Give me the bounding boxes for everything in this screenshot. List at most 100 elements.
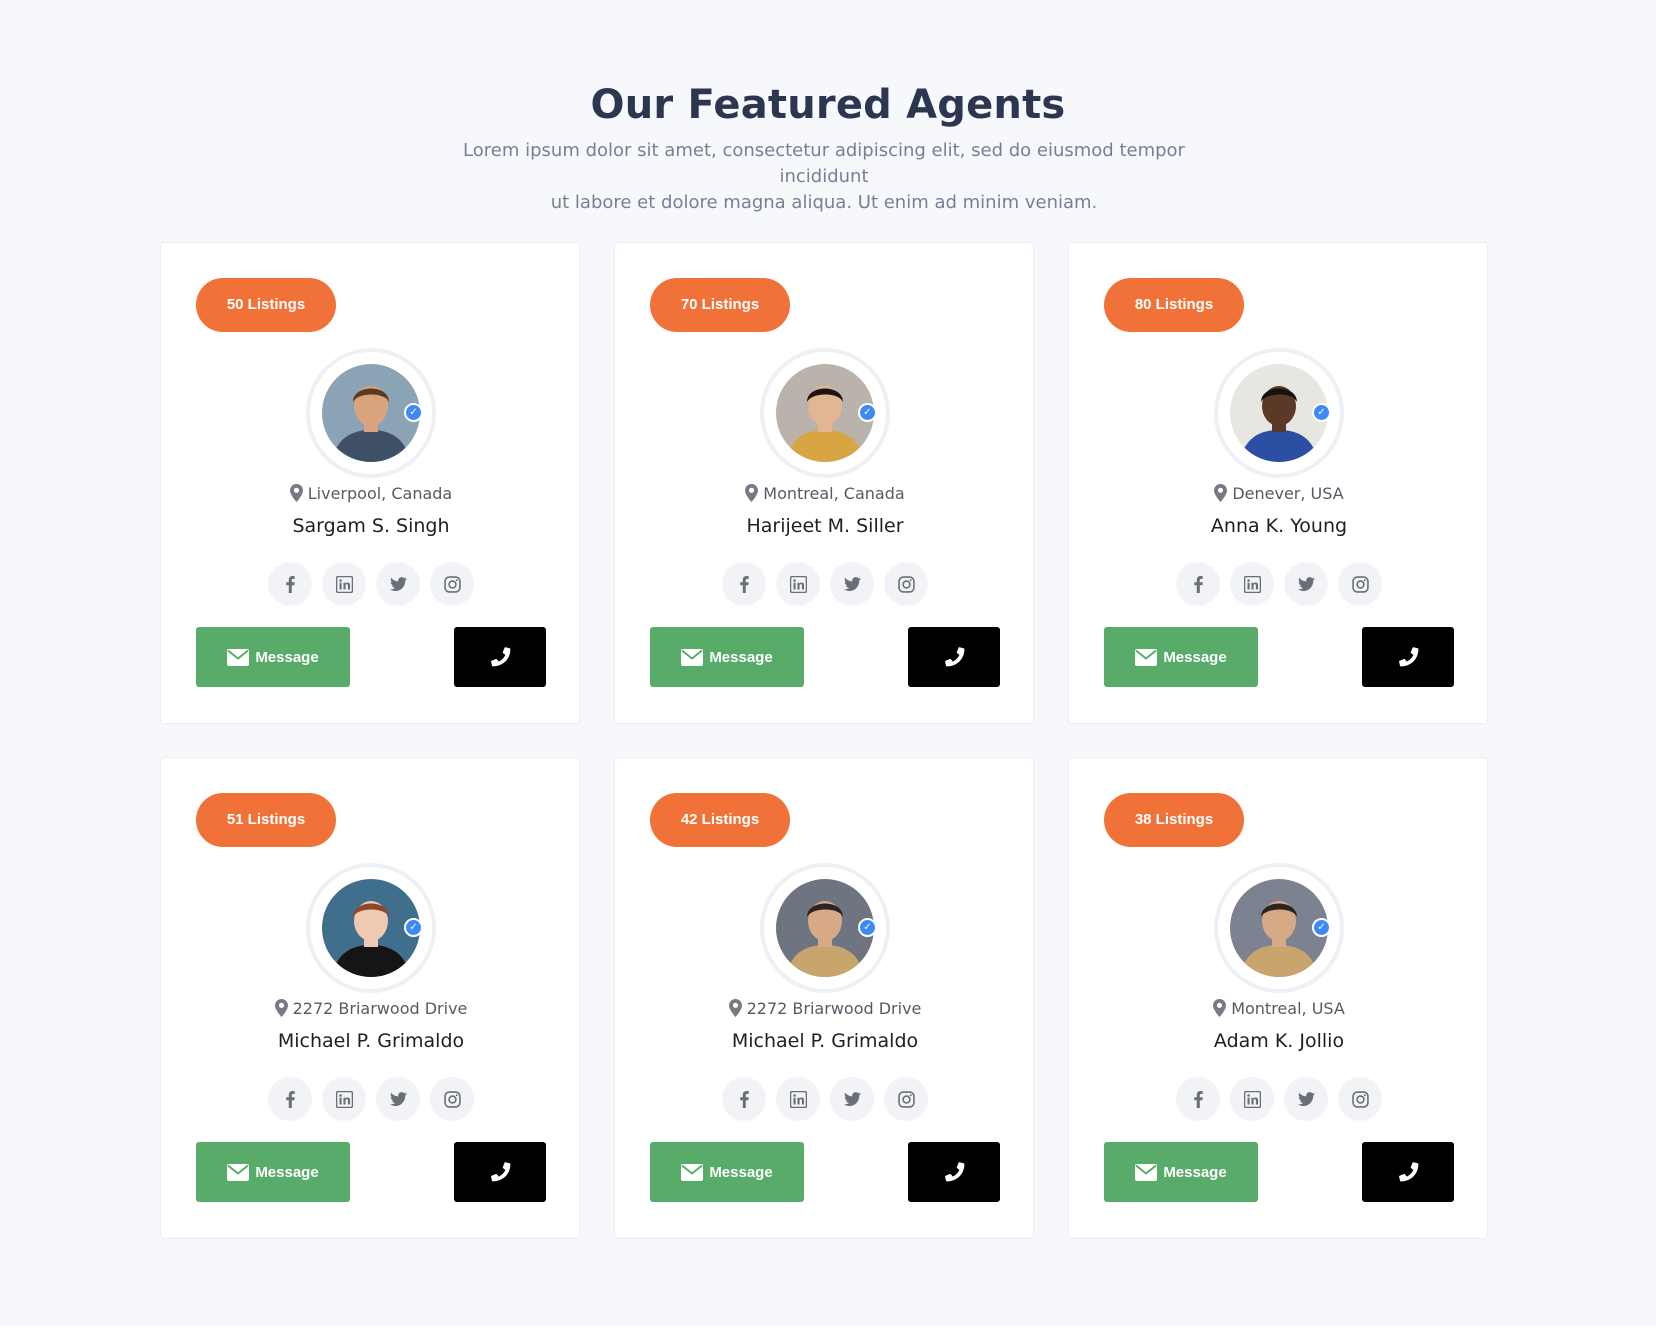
- linkedin-icon[interactable]: [776, 1077, 820, 1121]
- message-button-label: Message: [709, 648, 773, 666]
- call-button[interactable]: [1362, 1142, 1454, 1202]
- facebook-icon[interactable]: [268, 1077, 312, 1121]
- message-button[interactable]: Message: [650, 627, 804, 687]
- map-pin-icon: [745, 484, 759, 506]
- agent-location: 2272 Briarwood Drive: [615, 999, 1035, 1021]
- section-subtitle-line-2: ut labore et dolore magna aliqua. Ut eni…: [550, 192, 1098, 213]
- envelope-icon: [1135, 648, 1158, 666]
- verified-check-icon: ✓: [404, 403, 423, 422]
- instagram-icon[interactable]: [1338, 1077, 1382, 1121]
- section-subtitle-line-1: Lorem ipsum dolor sit amet, consectetur …: [463, 140, 1185, 187]
- avatar-frame: ✓: [306, 863, 436, 993]
- twitter-icon[interactable]: [376, 562, 420, 606]
- featured-agents-page: Our Featured Agents Lorem ipsum dolor si…: [0, 0, 1656, 1336]
- social-links: [722, 562, 928, 606]
- instagram-icon[interactable]: [884, 562, 928, 606]
- agent-location: Denever, USA: [1069, 484, 1489, 506]
- facebook-icon[interactable]: [268, 562, 312, 606]
- verified-check-icon: ✓: [404, 918, 423, 937]
- instagram-icon[interactable]: [884, 1077, 928, 1121]
- listings-badge[interactable]: 70 Listings: [650, 278, 790, 332]
- facebook-icon[interactable]: [1176, 1077, 1220, 1121]
- agent-card: 70 Listings ✓ Montreal, Canada Harijeet …: [614, 242, 1034, 724]
- section-title: Our Featured Agents: [590, 82, 1066, 128]
- twitter-icon[interactable]: [830, 562, 874, 606]
- twitter-icon[interactable]: [376, 1077, 420, 1121]
- verified-check-icon: ✓: [1312, 403, 1331, 422]
- twitter-icon[interactable]: [1284, 1077, 1328, 1121]
- agent-card: 51 Listings ✓ 2272 Briarwood Drive Micha…: [160, 757, 580, 1239]
- linkedin-icon[interactable]: [776, 562, 820, 606]
- agent-location-text: Denever, USA: [1232, 484, 1344, 503]
- agent-location-text: 2272 Briarwood Drive: [746, 999, 922, 1018]
- listings-badge[interactable]: 50 Listings: [196, 278, 336, 332]
- avatar-frame: ✓: [306, 348, 436, 478]
- agent-location-text: 2272 Briarwood Drive: [292, 999, 468, 1018]
- phone-icon: [945, 1162, 965, 1182]
- facebook-icon[interactable]: [722, 562, 766, 606]
- map-pin-icon: [289, 484, 303, 506]
- instagram-icon[interactable]: [1338, 562, 1382, 606]
- instagram-icon[interactable]: [430, 1077, 474, 1121]
- linkedin-icon[interactable]: [322, 562, 366, 606]
- call-button[interactable]: [908, 1142, 1000, 1202]
- facebook-icon[interactable]: [722, 1077, 766, 1121]
- listings-badge[interactable]: 38 Listings: [1104, 793, 1244, 847]
- verified-check-icon: ✓: [858, 918, 877, 937]
- instagram-icon[interactable]: [430, 562, 474, 606]
- map-pin-icon: [728, 999, 742, 1021]
- map-pin-icon: [274, 999, 288, 1021]
- agent-card: 38 Listings ✓ Montreal, USA Adam K. Joll…: [1068, 757, 1488, 1239]
- message-button-label: Message: [1163, 1163, 1227, 1181]
- social-links: [268, 1077, 474, 1121]
- agent-name[interactable]: Michael P. Grimaldo: [615, 1030, 1035, 1052]
- section-subtitle: Lorem ipsum dolor sit amet, consectetur …: [420, 138, 1228, 216]
- call-button[interactable]: [908, 627, 1000, 687]
- agent-name[interactable]: Sargam S. Singh: [161, 515, 581, 537]
- envelope-icon: [681, 1163, 704, 1181]
- avatar-frame: ✓: [1214, 863, 1344, 993]
- social-links: [722, 1077, 928, 1121]
- call-button[interactable]: [454, 1142, 546, 1202]
- message-button-label: Message: [709, 1163, 773, 1181]
- agent-location: Montreal, USA: [1069, 999, 1489, 1021]
- linkedin-icon[interactable]: [1230, 562, 1274, 606]
- map-pin-icon: [1214, 484, 1228, 506]
- phone-icon: [491, 647, 511, 667]
- agent-location: 2272 Briarwood Drive: [161, 999, 581, 1021]
- call-button[interactable]: [1362, 627, 1454, 687]
- message-button-label: Message: [255, 1163, 319, 1181]
- agent-name[interactable]: Adam K. Jollio: [1069, 1030, 1489, 1052]
- message-button[interactable]: Message: [196, 627, 350, 687]
- listings-badge[interactable]: 51 Listings: [196, 793, 336, 847]
- message-button[interactable]: Message: [196, 1142, 350, 1202]
- agent-name[interactable]: Harijeet M. Siller: [615, 515, 1035, 537]
- twitter-icon[interactable]: [1284, 562, 1328, 606]
- listings-badge[interactable]: 42 Listings: [650, 793, 790, 847]
- agent-location-text: Montreal, USA: [1231, 999, 1345, 1018]
- facebook-icon[interactable]: [1176, 562, 1220, 606]
- message-button-label: Message: [1163, 648, 1227, 666]
- envelope-icon: [227, 1163, 250, 1181]
- verified-check-icon: ✓: [1312, 918, 1331, 937]
- social-links: [1176, 562, 1382, 606]
- phone-icon: [945, 647, 965, 667]
- twitter-icon[interactable]: [830, 1077, 874, 1121]
- agent-name[interactable]: Michael P. Grimaldo: [161, 1030, 581, 1052]
- call-button[interactable]: [454, 627, 546, 687]
- agent-card: 80 Listings ✓ Denever, USA Anna K. Young: [1068, 242, 1488, 724]
- avatar-frame: ✓: [760, 863, 890, 993]
- message-button[interactable]: Message: [1104, 627, 1258, 687]
- verified-check-icon: ✓: [858, 403, 877, 422]
- message-button[interactable]: Message: [650, 1142, 804, 1202]
- message-button[interactable]: Message: [1104, 1142, 1258, 1202]
- agent-location: Montreal, Canada: [615, 484, 1035, 506]
- linkedin-icon[interactable]: [1230, 1077, 1274, 1121]
- agent-card: 50 Listings ✓ Liverpool, Canada Sargam S…: [160, 242, 580, 724]
- linkedin-icon[interactable]: [322, 1077, 366, 1121]
- social-links: [268, 562, 474, 606]
- agent-location-text: Montreal, Canada: [763, 484, 905, 503]
- listings-badge[interactable]: 80 Listings: [1104, 278, 1244, 332]
- message-button-label: Message: [255, 648, 319, 666]
- agent-name[interactable]: Anna K. Young: [1069, 515, 1489, 537]
